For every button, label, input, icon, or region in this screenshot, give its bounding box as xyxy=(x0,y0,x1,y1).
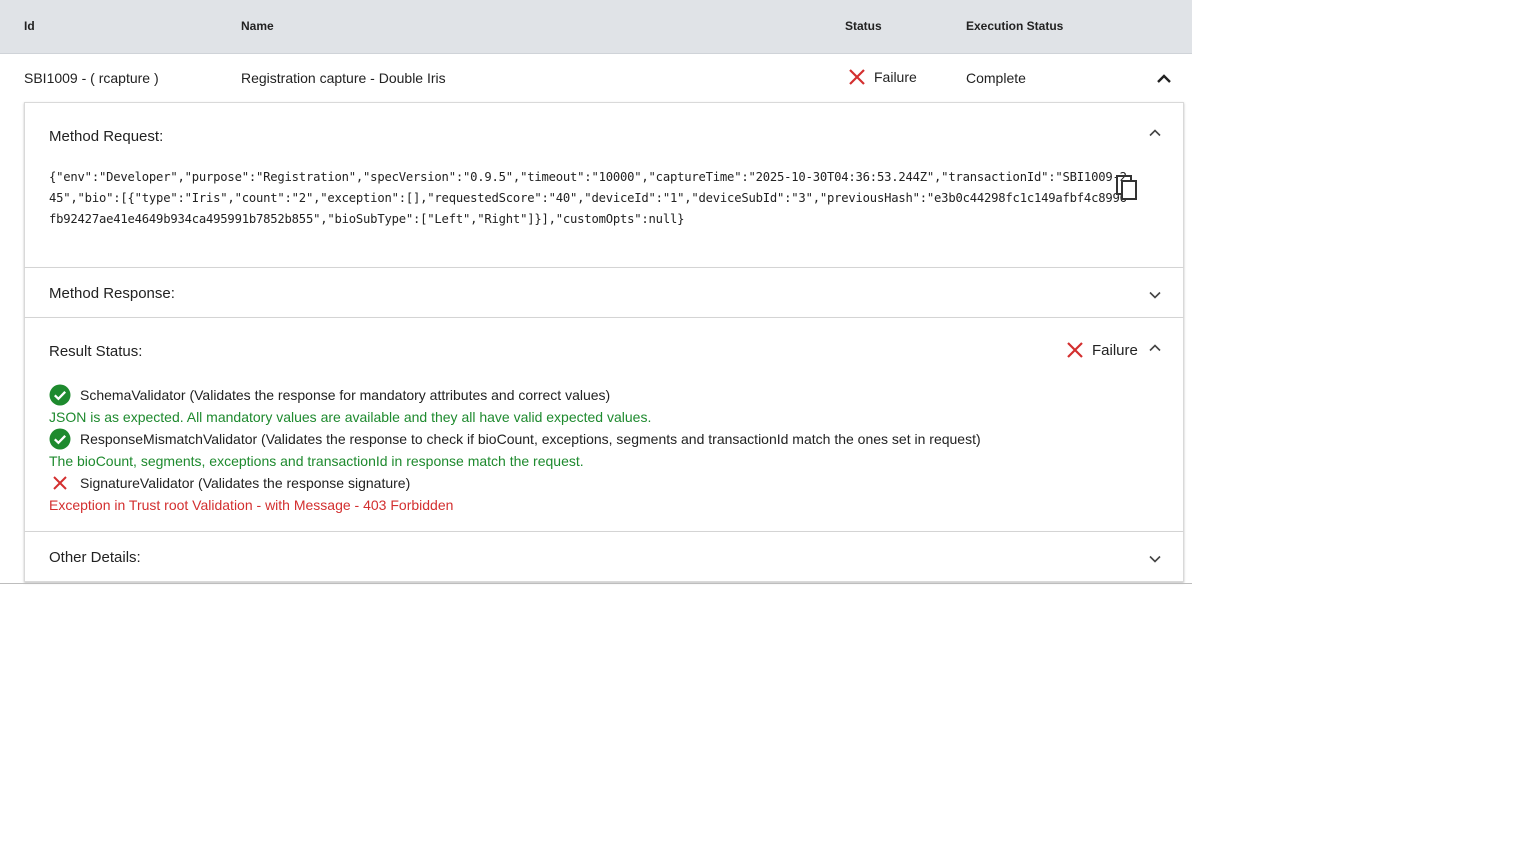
validator-name: SignatureValidator (Validates the respon… xyxy=(80,475,411,491)
method-request-panel: Method Request: {"env":"Developer","purp… xyxy=(24,102,1184,268)
chevron-up-icon[interactable] xyxy=(1147,125,1163,141)
status-text: Failure xyxy=(874,69,917,85)
close-icon xyxy=(1067,342,1083,358)
other-details-title: Other Details: xyxy=(49,549,141,566)
close-icon xyxy=(49,472,73,494)
result-status-panel: Result Status: Failure SchemaValidator (… xyxy=(24,318,1184,532)
table-header: Id Name Status Execution Status xyxy=(0,0,1192,54)
validator-name: SchemaValidator (Validates the response … xyxy=(80,387,611,403)
header-id: Id xyxy=(24,19,35,33)
method-response-header[interactable]: Method Response: xyxy=(25,268,1183,316)
test-name: Registration capture - Double Iris xyxy=(241,70,446,86)
method-request-title: Method Request: xyxy=(49,128,164,145)
close-icon xyxy=(849,69,865,85)
result-status-title: Result Status: xyxy=(49,343,143,360)
method-response-panel: Method Response: xyxy=(24,268,1184,318)
chevron-down-icon[interactable] xyxy=(1147,287,1163,303)
header-execution-status: Execution Status xyxy=(966,19,1064,33)
status-badge: Failure xyxy=(848,68,917,86)
result-status-badge: Failure xyxy=(1066,341,1138,359)
method-request-header[interactable]: Method Request: xyxy=(25,103,1183,151)
chevron-up-icon[interactable] xyxy=(1147,340,1163,356)
validator-item: SchemaValidator (Validates the response … xyxy=(49,384,981,406)
other-details-panel: Other Details: xyxy=(24,532,1184,582)
chevron-down-icon[interactable] xyxy=(1147,551,1163,567)
validator-item: ResponseMismatchValidator (Validates the… xyxy=(49,428,981,450)
validator-list: SchemaValidator (Validates the response … xyxy=(49,384,981,516)
table-row[interactable]: SBI1009 - ( rcapture ) Registration capt… xyxy=(0,54,1192,102)
validator-message: Exception in Trust root Validation - wit… xyxy=(49,497,454,513)
results-table: Id Name Status Execution Status SBI1009 … xyxy=(0,0,1192,102)
validator-message: The bioCount, segments, exceptions and t… xyxy=(49,453,584,469)
test-id: SBI1009 - ( rcapture ) xyxy=(24,70,159,86)
check-circle-icon xyxy=(49,384,73,406)
validator-name: ResponseMismatchValidator (Validates the… xyxy=(80,431,981,447)
validator-item: SignatureValidator (Validates the respon… xyxy=(49,472,981,494)
check-circle-icon xyxy=(49,428,73,450)
execution-status: Complete xyxy=(966,70,1026,86)
other-details-header[interactable]: Other Details: xyxy=(25,532,1183,580)
table-bottom-border xyxy=(0,583,1192,584)
validator-message: JSON is as expected. All mandatory value… xyxy=(49,409,652,425)
header-name: Name xyxy=(241,19,274,33)
result-status-text: Failure xyxy=(1092,341,1138,359)
copy-icon[interactable] xyxy=(1115,173,1139,201)
chevron-up-icon[interactable] xyxy=(1154,69,1174,89)
method-request-body: {"env":"Developer","purpose":"Registrati… xyxy=(49,170,1127,226)
header-status: Status xyxy=(845,19,882,33)
result-status-header[interactable]: Result Status: Failure xyxy=(25,318,1183,366)
method-response-title: Method Response: xyxy=(49,285,175,302)
row-detail: Method Request: {"env":"Developer","purp… xyxy=(24,102,1184,582)
